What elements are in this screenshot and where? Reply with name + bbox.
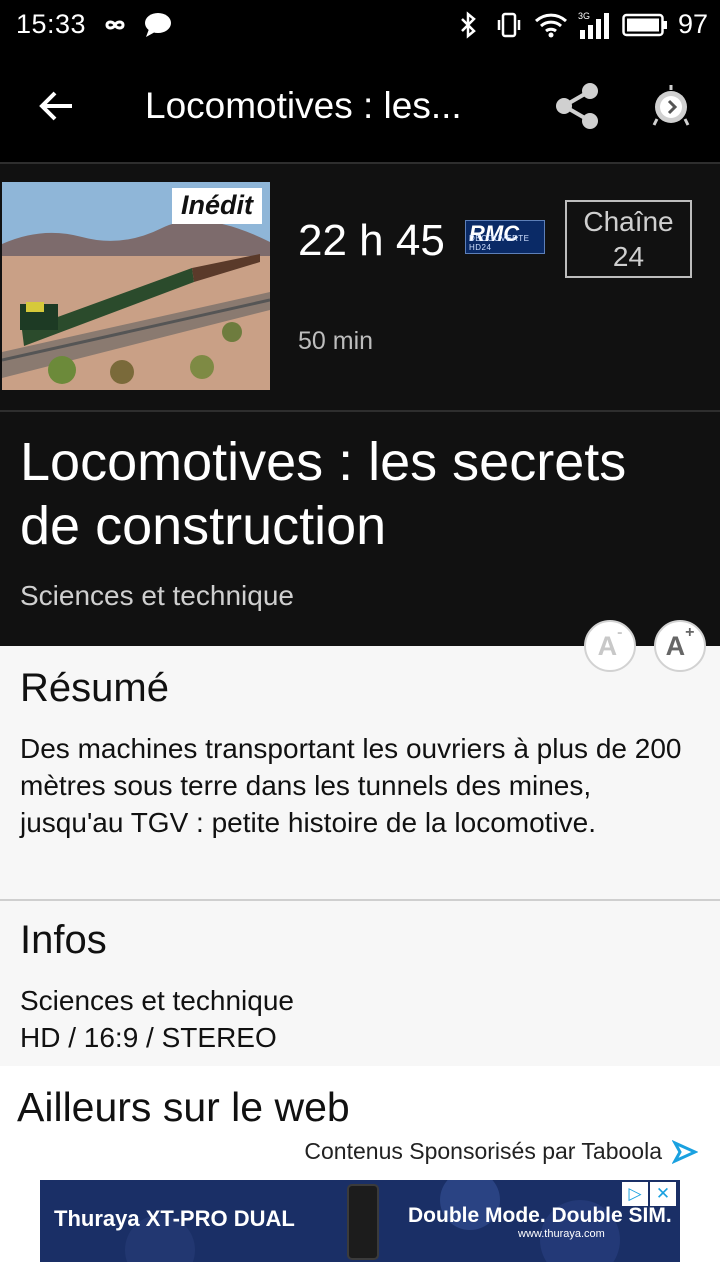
- summary-heading: Résumé: [20, 666, 169, 710]
- infos-line-2: HD / 16:9 / STEREO: [20, 1022, 277, 1053]
- increase-font-button[interactable]: A+: [654, 620, 706, 672]
- signal-icon: 3G: [578, 10, 614, 40]
- infos-heading: Infos: [20, 918, 107, 962]
- decrease-font-button[interactable]: A-: [584, 620, 636, 672]
- channel-number: 24: [612, 241, 645, 272]
- air-time: 22 h 45: [298, 216, 445, 265]
- program-title: Locomotives : les secrets de constructio…: [20, 432, 627, 556]
- app-bar-title: Locomotives : les...: [145, 85, 462, 126]
- svg-text:3G: 3G: [578, 11, 590, 21]
- battery-level: 97: [677, 9, 708, 39]
- status-time: 15:33: [16, 9, 87, 39]
- back-button[interactable]: [22, 74, 90, 138]
- channel-label: Chaîne: [583, 206, 674, 237]
- app-bar: Locomotives : les...: [0, 50, 720, 162]
- ad-banner[interactable]: Thuraya XT-PRO DUAL Double Mode. Double …: [40, 1180, 680, 1262]
- wifi-icon: [534, 10, 568, 40]
- ad-url: www.thuraya.com: [518, 1228, 605, 1240]
- decrease-font-label: A-: [597, 623, 623, 661]
- divider: [0, 899, 720, 901]
- channel-logo-subtext: DÉCOUVERTE HD24: [469, 234, 530, 252]
- infinity-icon: [97, 10, 133, 40]
- program-header: Inédit 22 h 45 RMC DÉCOUVERTE HD24 Chaîn…: [0, 164, 720, 410]
- new-badge: Inédit: [172, 188, 262, 224]
- content-area: A- A+ Résumé Des machines transportant l…: [0, 620, 720, 1280]
- share-button[interactable]: [548, 76, 606, 136]
- battery-icon: [622, 10, 668, 40]
- arrow-back-icon: [39, 91, 72, 121]
- taboola-icon: [672, 1139, 698, 1164]
- web-block: Ailleurs sur le web Contenus Sponsorisés…: [0, 1066, 720, 1280]
- chat-bubble-icon: [143, 10, 173, 40]
- alarm-clock-icon: [652, 85, 690, 126]
- program-thumbnail: Inédit: [2, 182, 270, 390]
- status-bar: 15:33 3G 97: [0, 0, 720, 50]
- channel-button[interactable]: Chaîne 24: [565, 200, 692, 278]
- bluetooth-icon: [459, 10, 477, 40]
- increase-font-label: A+: [665, 623, 695, 661]
- web-heading: Ailleurs sur le web: [17, 1084, 350, 1130]
- ad-right-text: Double Mode. Double SIM.: [408, 1204, 672, 1227]
- phone-icon: [347, 1184, 379, 1260]
- channel-logo: RMC DÉCOUVERTE HD24: [465, 220, 545, 254]
- ad-info-icon[interactable]: ▷: [622, 1182, 648, 1206]
- title-block: Locomotives : les secrets de constructio…: [0, 412, 720, 646]
- program-genre: Sciences et technique: [20, 580, 294, 611]
- infos-line-1: Sciences et technique: [20, 985, 294, 1016]
- ad-left-text: Thuraya XT-PRO DUAL: [54, 1206, 295, 1231]
- ad-close-icon[interactable]: ✕: [650, 1182, 676, 1206]
- ad-choices[interactable]: ▷ ✕: [622, 1182, 676, 1206]
- duration: 50 min: [298, 327, 374, 355]
- sponsored-text: Contenus Sponsorisés par Taboola: [304, 1138, 662, 1164]
- vibrate-icon: [495, 10, 523, 40]
- summary-text: Des machines transportant les ouvriers à…: [20, 733, 682, 838]
- share-icon: [556, 83, 598, 129]
- reminder-button[interactable]: [640, 76, 702, 136]
- sponsored-link[interactable]: Contenus Sponsorisés par Taboola: [304, 1138, 698, 1165]
